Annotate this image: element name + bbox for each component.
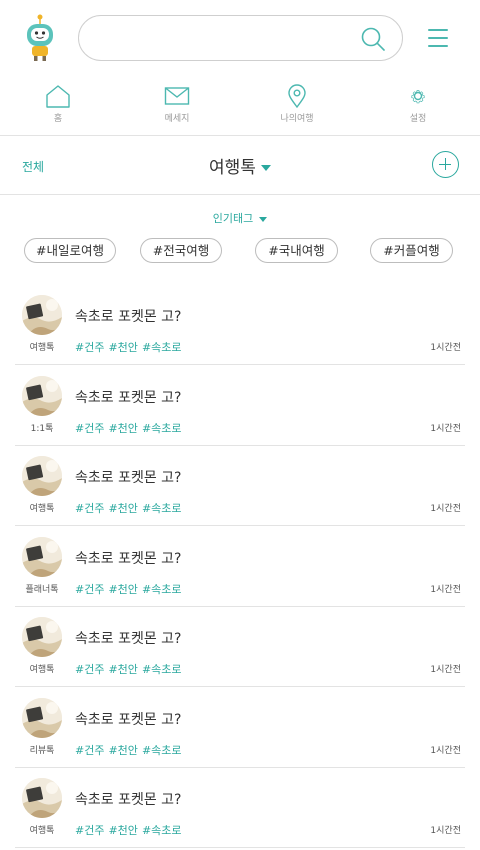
post-tags: #건주 #천안 #속초로 xyxy=(75,661,186,677)
post-title[interactable]: 속초로 포켓몬 고? xyxy=(75,387,182,407)
caret-down-icon xyxy=(260,165,271,171)
gear-icon xyxy=(411,90,425,104)
post-timestamp: 1시간전 xyxy=(430,343,461,353)
post-timestamp: 1시간전 xyxy=(430,745,461,756)
main-nav: 홈 메세지 나의여행 설정 xyxy=(0,80,480,130)
tag-chip[interactable]: #국내여행 xyxy=(255,238,338,263)
post-item[interactable]: 리뷰톡 속초로 포켓몬 고? #건주 #천안 #속초로 1시간전 xyxy=(15,688,465,768)
post-item[interactable]: 여행톡 속초로 포켓몬 고? #건주 #천안 #속초로 1시간전 xyxy=(15,446,465,526)
avatar xyxy=(22,697,62,738)
hashtag-link[interactable]: #건주 xyxy=(75,341,104,354)
post-title[interactable]: 속초로 포켓몬 고? xyxy=(75,306,182,326)
hashtag-link[interactable]: #속초로 xyxy=(142,744,182,757)
post-item[interactable]: 여행톡 속초로 포켓몬 고? #건주 #천안 #속초로 1시간전 xyxy=(15,285,465,365)
hashtag-link[interactable]: #건주 xyxy=(75,663,104,676)
tag-chip[interactable]: #전국여행 xyxy=(140,238,222,263)
post-timestamp: 1시간전 xyxy=(430,504,461,514)
hashtag-link[interactable]: #천안 xyxy=(108,422,137,435)
avatar xyxy=(22,375,62,416)
post-tags: #건주 #천안 #속초로 xyxy=(75,742,186,758)
popular-tags-dropdown[interactable]: 인기태그 xyxy=(0,210,480,226)
hashtag-link[interactable]: #속초로 xyxy=(142,422,182,435)
popular-tags-label: 인기태그 xyxy=(212,212,254,225)
post-timestamp: 1시간전 xyxy=(430,665,461,675)
home-icon xyxy=(46,85,70,108)
post-title[interactable]: 속초로 포켓몬 고? xyxy=(75,548,182,568)
post-category-label: 플래너톡 xyxy=(25,584,59,595)
post-title[interactable]: 속초로 포켓몬 고? xyxy=(75,467,182,487)
map-pin-icon xyxy=(288,84,306,108)
post-category-label: 여행톡 xyxy=(29,504,55,514)
post-category-label: 1:1톡 xyxy=(30,423,54,434)
post-item[interactable]: 플래너톡 속초로 포켓몬 고? #건주 #천안 #속초로 1시간전 xyxy=(15,527,465,607)
avatar xyxy=(22,617,62,657)
hashtag-link[interactable]: #천안 xyxy=(108,583,137,596)
nav-label-messages: 메세지 xyxy=(164,114,190,124)
divider xyxy=(0,135,480,136)
post-tags: #건주 #천안 #속초로 xyxy=(75,581,186,597)
post-tags: #건주 #천안 #속초로 xyxy=(75,420,186,436)
post-timestamp: 1시간전 xyxy=(430,826,461,836)
top-bar xyxy=(0,0,480,78)
post-title[interactable]: 속초로 포켓몬 고? xyxy=(75,789,182,809)
post-category-label: 리뷰톡 xyxy=(29,745,55,756)
post-item[interactable]: 여행톡 속초로 포켓몬 고? #건주 #천안 #속초로 1시간전 xyxy=(15,607,465,687)
search-icon[interactable] xyxy=(360,26,386,52)
tag-chip[interactable]: #내일로여행 xyxy=(24,238,116,263)
hashtag-link[interactable]: #천안 xyxy=(108,663,137,676)
hamburger-menu-icon[interactable] xyxy=(428,26,450,50)
post-timestamp: 1시간전 xyxy=(430,584,461,595)
avatar xyxy=(22,778,62,818)
post-tags: #건주 #천안 #속초로 xyxy=(75,822,186,838)
hashtag-link[interactable]: #속초로 xyxy=(142,341,182,354)
post-category-label: 여행톡 xyxy=(29,343,55,353)
hashtag-link[interactable]: #천안 xyxy=(108,824,137,837)
caret-down-icon xyxy=(259,216,268,222)
hashtag-link[interactable]: #천안 xyxy=(108,502,137,515)
tag-chip[interactable]: #커플여행 xyxy=(370,238,453,263)
post-title[interactable]: 속초로 포켓몬 고? xyxy=(75,709,182,729)
nav-label-settings: 설정 xyxy=(409,114,427,124)
nav-label-home: 홈 xyxy=(53,114,63,124)
hashtag-link[interactable]: #속초로 xyxy=(142,663,182,676)
post-title[interactable]: 속초로 포켓몬 고? xyxy=(75,628,182,648)
hashtag-link[interactable]: #건주 xyxy=(75,744,104,757)
post-category-label: 여행톡 xyxy=(29,826,55,836)
nav-item-my-trips[interactable]: 나의여행 xyxy=(252,80,342,130)
post-item[interactable]: 1:1톡 속초로 포켓몬 고? #건주 #천안 #속초로 1시간전 xyxy=(15,366,465,446)
post-timestamp: 1시간전 xyxy=(430,423,461,434)
hashtag-link[interactable]: #천안 xyxy=(108,341,137,354)
hashtag-link[interactable]: #속초로 xyxy=(142,583,182,596)
category-bar: 전체 여행톡 xyxy=(0,138,480,194)
category-title: 여행톡 xyxy=(209,158,256,178)
add-post-button[interactable] xyxy=(432,151,459,178)
hashtag-link[interactable]: #건주 xyxy=(75,502,104,515)
divider xyxy=(0,194,480,195)
post-item[interactable]: 여행톡 속초로 포켓몬 고? #건주 #천안 #속초로 1시간전 xyxy=(15,768,465,848)
hashtag-link[interactable]: #건주 xyxy=(75,583,104,596)
post-tags: #건주 #천안 #속초로 xyxy=(75,500,186,516)
search-bar[interactable] xyxy=(78,15,403,61)
hashtag-link[interactable]: #건주 xyxy=(75,824,104,837)
nav-label-my-trips: 나의여행 xyxy=(280,114,314,124)
post-category-label: 여행톡 xyxy=(29,665,55,675)
mascot-logo[interactable] xyxy=(24,14,56,62)
nav-item-settings[interactable]: 설정 xyxy=(373,80,463,130)
search-input[interactable] xyxy=(97,24,347,52)
category-dropdown[interactable]: 여행톡 xyxy=(0,153,480,178)
avatar xyxy=(22,295,62,335)
hashtag-link[interactable]: #속초로 xyxy=(142,502,182,515)
hashtag-link[interactable]: #건주 xyxy=(75,422,104,435)
hashtag-link[interactable]: #속초로 xyxy=(142,824,182,837)
avatar xyxy=(22,456,62,496)
avatar xyxy=(22,536,62,577)
hashtag-link[interactable]: #천안 xyxy=(108,744,137,757)
nav-item-home[interactable]: 홈 xyxy=(13,80,103,130)
mail-icon xyxy=(164,87,190,105)
nav-item-messages[interactable]: 메세지 xyxy=(132,80,222,130)
post-tags: #건주 #천안 #속초로 xyxy=(75,339,186,355)
